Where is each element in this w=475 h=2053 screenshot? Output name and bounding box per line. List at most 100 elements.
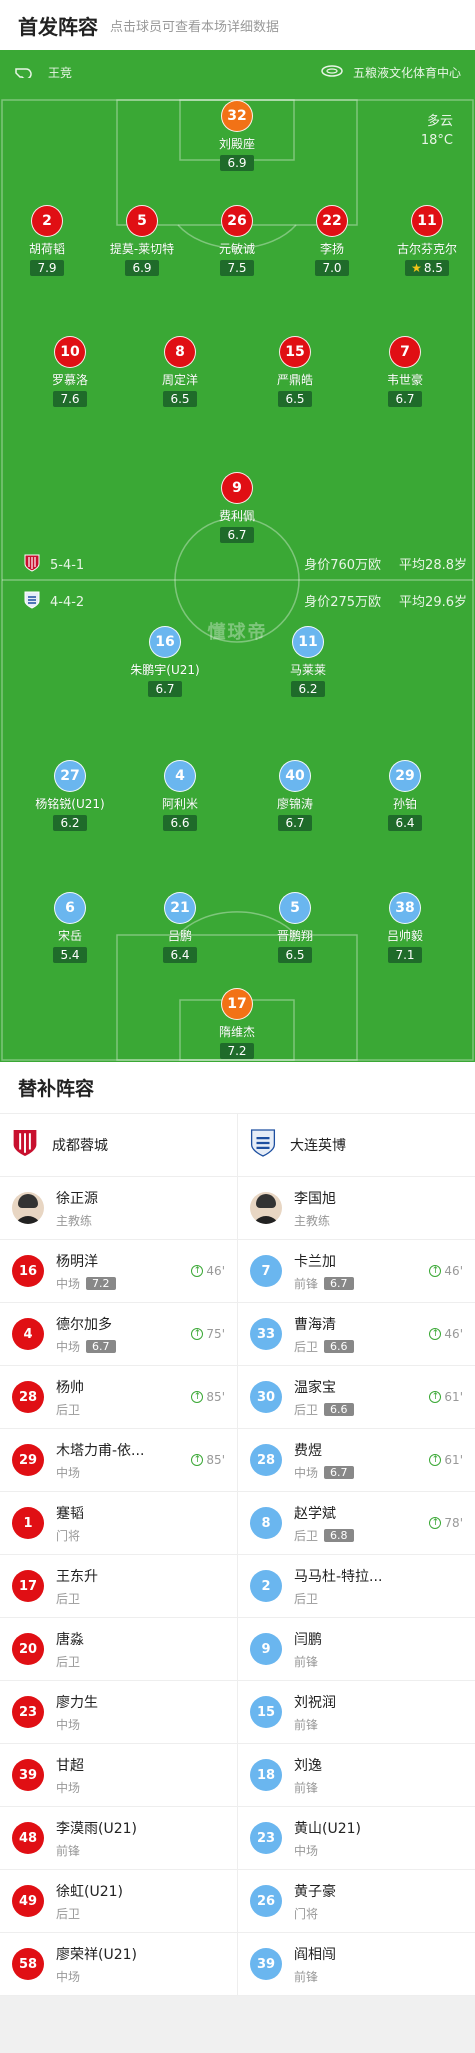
sub-player-rating: 7.2 — [86, 1276, 116, 1290]
home-team-name: 成都蓉城 — [52, 1138, 108, 1154]
sub-in-arrow-icon: ↑ — [429, 1517, 442, 1529]
home-coach-row[interactable]: 徐正源 主教练 — [0, 1177, 237, 1240]
player-marker[interactable]: 9 费利佩 6.7 — [182, 472, 292, 543]
sub-in-indicator: ↑ 85' — [191, 1390, 225, 1404]
player-marker[interactable]: 4 阿利米 6.6 — [125, 760, 235, 831]
sub-in-indicator: ↑ 46' — [191, 1264, 225, 1278]
sub-in-minute: 78' — [444, 1516, 463, 1530]
player-rating: 7.2 — [220, 1043, 254, 1059]
rating-value: 6.6 — [170, 816, 190, 830]
sub-player-row[interactable]: 20 唐淼 后卫 — [0, 1618, 237, 1681]
sub-player-position: 中场 — [56, 1717, 81, 1732]
player-marker[interactable]: 21 吕鹏 6.4 — [125, 892, 235, 963]
sub-player-row[interactable]: 28 杨帅 后卫 ↑ 85' — [0, 1366, 237, 1429]
sub-player-position: 中场 — [56, 1969, 81, 1984]
player-rating: 6.2 — [53, 815, 87, 831]
player-marker[interactable]: 27 杨铭锐(U21) 6.2 — [15, 760, 125, 831]
sub-player-row[interactable]: 48 李漠雨(U21) 前锋 — [0, 1807, 237, 1870]
home-team-row[interactable]: 成都蓉城 — [0, 1114, 237, 1177]
sub-player-name: 刘逸 — [294, 1757, 322, 1774]
sub-player-row[interactable]: 23 黄山(U21) 中场 — [238, 1807, 475, 1870]
sub-player-row[interactable]: 49 徐虹(U21) 后卫 — [0, 1870, 237, 1933]
sub-player-row[interactable]: 58 廖荣祥(U21) 中场 — [0, 1933, 237, 1996]
player-marker[interactable]: 10 罗慕洛 7.6 — [15, 336, 125, 407]
player-marker[interactable]: 16 朱鹏宇(U21) 6.7 — [110, 626, 220, 697]
away-formation: 4-4-2 — [50, 594, 85, 610]
player-marker[interactable]: 8 周定洋 6.5 — [125, 336, 235, 407]
sub-player-position: 中场 — [294, 1843, 319, 1858]
player-marker[interactable]: 22 李扬 7.0 — [277, 205, 387, 276]
sub-player-row[interactable]: 26 黄子豪 门将 — [238, 1870, 475, 1933]
sub-player-row[interactable]: 29 木塔力甫-依... 中场 ↑ 85' — [0, 1429, 237, 1492]
sub-player-row[interactable]: 39 阎相闯 前锋 — [238, 1933, 475, 1996]
sub-player-position: 后卫 — [56, 1654, 81, 1669]
sub-player-name: 刘祝润 — [294, 1694, 336, 1711]
away-team-summary: 4-4-2 — [24, 591, 84, 613]
player-rating: 6.9 — [125, 260, 159, 276]
player-name: 杨铭锐(U21) — [35, 797, 105, 811]
sub-player-row[interactable]: 7 卡兰加 前锋 6.7 ↑ 46' — [238, 1240, 475, 1303]
sub-player-row[interactable]: 4 德尔加多 中场 6.7 ↑ 75' — [0, 1303, 237, 1366]
player-marker[interactable]: 6 宋岳 5.4 — [15, 892, 125, 963]
player-number: 6 — [54, 892, 86, 924]
player-rating: 6.7 — [148, 681, 182, 697]
player-number: 15 — [279, 336, 311, 368]
sub-in-arrow-icon: ↑ — [191, 1454, 204, 1466]
venue: 五粮液文化体育中心 — [321, 64, 461, 81]
sub-player-name: 卡兰加 — [294, 1253, 336, 1270]
sub-player-number: 49 — [12, 1885, 44, 1917]
away-team-row[interactable]: 大连英博 — [238, 1114, 475, 1177]
player-name: 罗慕洛 — [51, 373, 88, 387]
player-marker[interactable]: 40 廖锦涛 6.7 — [240, 760, 350, 831]
sub-player-rating: 6.6 — [324, 1339, 354, 1353]
lineup-header: 首发阵容 点击球员可查看本场详细数据 — [0, 0, 475, 50]
player-marker[interactable]: 11 马莱莱 6.2 — [253, 626, 363, 697]
sub-player-number: 1 — [12, 1507, 44, 1539]
sub-player-position: 前锋 — [294, 1654, 319, 1669]
player-name: 刘殿座 — [218, 137, 255, 151]
sub-player-row[interactable]: 28 费煜 中场 6.7 ↑ 61' — [238, 1429, 475, 1492]
away-coach-row[interactable]: 李国旭 主教练 — [238, 1177, 475, 1240]
player-name: 宋岳 — [57, 929, 82, 943]
sub-player-row[interactable]: 8 赵学斌 后卫 6.8 ↑ 78' — [238, 1492, 475, 1555]
player-marker[interactable]: 32 刘殿座 6.9 — [182, 100, 292, 171]
lineup-hint: 点击球员可查看本场详细数据 — [110, 19, 280, 35]
sub-player-number: 39 — [12, 1759, 44, 1791]
rating-value: 6.2 — [298, 682, 318, 696]
sub-player-row[interactable]: 15 刘祝润 前锋 — [238, 1681, 475, 1744]
sub-player-row[interactable]: 23 廖力生 中场 — [0, 1681, 237, 1744]
sub-in-minute: 61' — [444, 1453, 463, 1467]
player-marker[interactable]: 17 隋维杰 7.2 — [182, 988, 292, 1059]
player-marker[interactable]: 38 吕帅毅 7.1 — [350, 892, 460, 963]
sub-player-position: 门将 — [56, 1528, 81, 1543]
player-marker[interactable]: 11 古尔芬克尔 ★ 8.5 — [372, 205, 475, 276]
sub-player-row[interactable]: 33 曹海清 后卫 6.6 ↑ 46' — [238, 1303, 475, 1366]
sub-player-number: 33 — [250, 1318, 282, 1350]
sub-player-row[interactable]: 9 闫鹏 前锋 — [238, 1618, 475, 1681]
player-marker[interactable]: 29 孙铂 6.4 — [350, 760, 460, 831]
player-marker[interactable]: 15 严鼎皓 6.5 — [240, 336, 350, 407]
sub-player-row[interactable]: 17 王东升 后卫 — [0, 1555, 237, 1618]
sub-player-name: 李漠雨(U21) — [56, 1820, 137, 1837]
sub-in-indicator: ↑ 61' — [429, 1390, 463, 1404]
sub-player-row[interactable]: 30 温家宝 后卫 6.6 ↑ 61' — [238, 1366, 475, 1429]
player-marker[interactable]: 26 元敏诚 7.5 — [182, 205, 292, 276]
player-marker[interactable]: 5 提莫-莱切特 6.9 — [87, 205, 197, 276]
player-number: 9 — [221, 472, 253, 504]
sub-player-number: 29 — [12, 1444, 44, 1476]
sub-player-row[interactable]: 16 杨明洋 中场 7.2 ↑ 46' — [0, 1240, 237, 1303]
sub-player-row[interactable]: 39 甘超 中场 — [0, 1744, 237, 1807]
sub-player-name: 廖力生 — [56, 1694, 98, 1711]
player-marker[interactable]: 5 晋鹏翔 6.5 — [240, 892, 350, 963]
sub-player-row[interactable]: 18 刘逸 前锋 — [238, 1744, 475, 1807]
sub-in-minute: 75' — [206, 1327, 225, 1341]
sub-player-row[interactable]: 2 马马杜-特拉... 后卫 — [238, 1555, 475, 1618]
sub-player-row[interactable]: 1 蹇韬 门将 — [0, 1492, 237, 1555]
sub-player-number: 9 — [250, 1633, 282, 1665]
away-crest-icon — [24, 591, 40, 613]
player-name: 吕鹏 — [167, 929, 192, 943]
player-name: 周定洋 — [161, 373, 198, 387]
sub-in-indicator: ↑ 75' — [191, 1327, 225, 1341]
player-marker[interactable]: 7 韦世豪 6.7 — [350, 336, 460, 407]
player-number: 27 — [54, 760, 86, 792]
